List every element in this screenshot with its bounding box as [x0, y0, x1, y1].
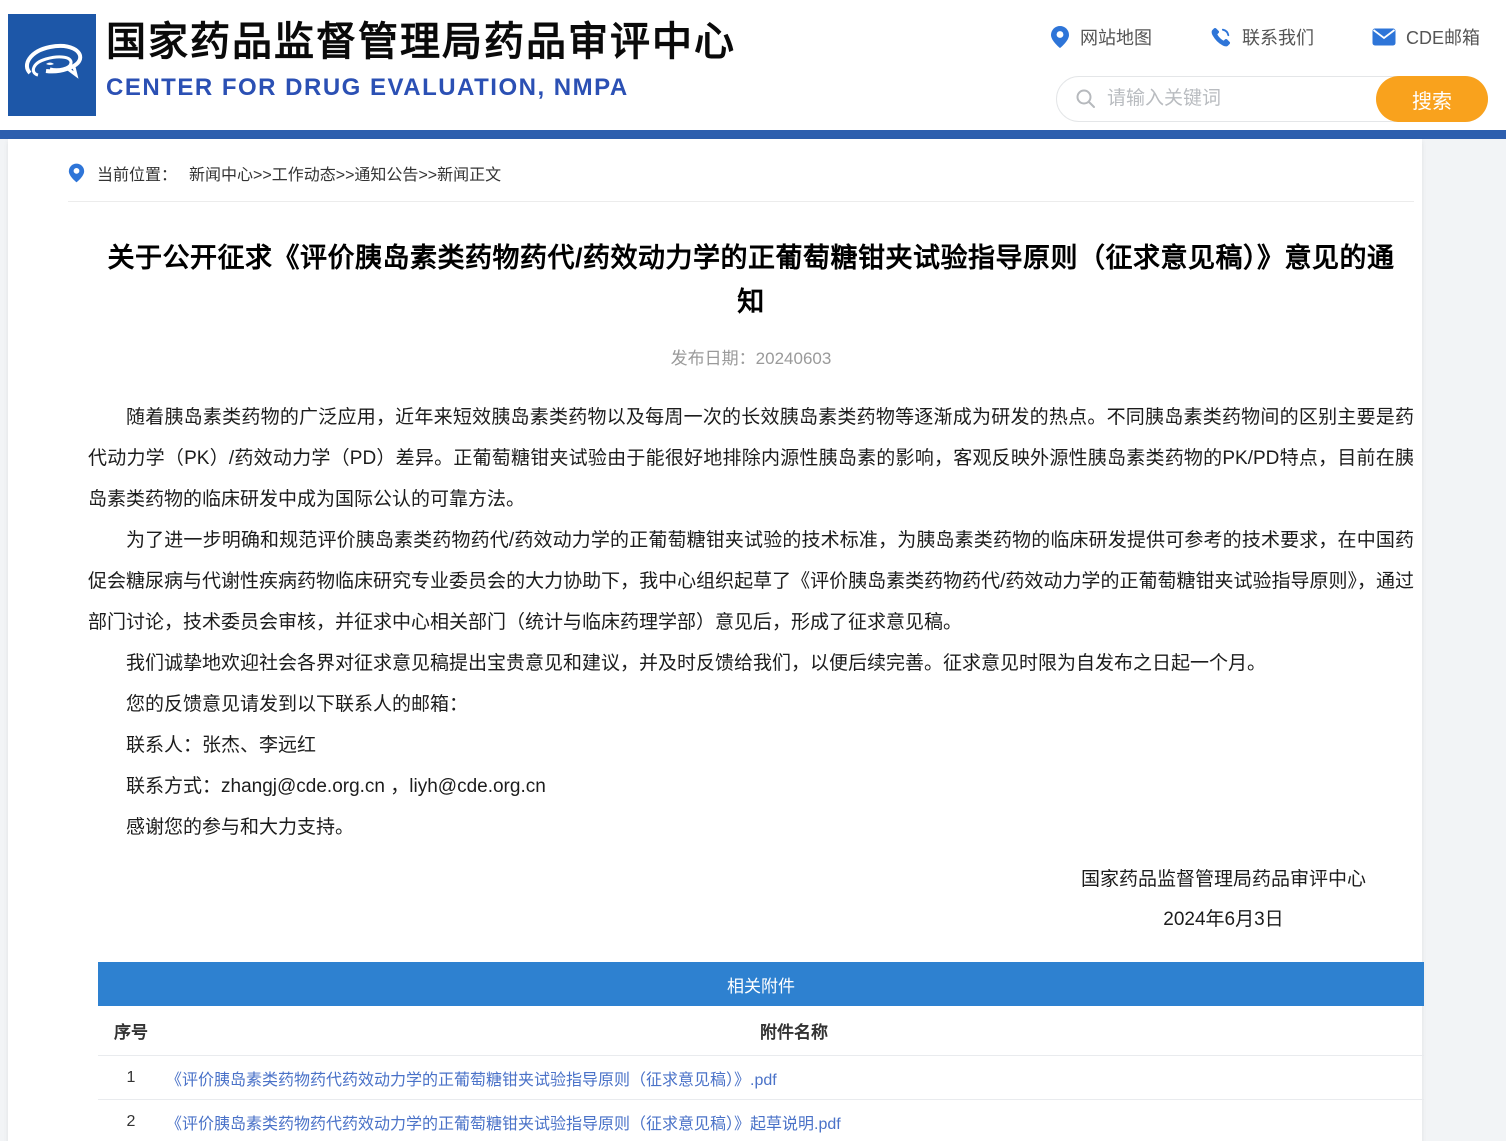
article-page: 当前位置： 新闻中心>>工作动态>>通知公告>>新闻正文 关于公开征求《评价胰岛…	[8, 139, 1424, 1141]
article-title: 关于公开征求《评价胰岛素类药物药代/药效动力学的正葡萄糖钳夹试验指导原则（征求意…	[107, 243, 1395, 317]
column-header-name: 附件名称	[760, 1023, 828, 1042]
utility-links: 网站地图 联系我们 CDE邮箱	[1050, 24, 1480, 50]
phone-icon	[1211, 27, 1231, 47]
paragraph-1: 随着胰岛素类药物的广泛应用，近年来短效胰岛素类药物以及每周一次的长效胰岛素类药物…	[88, 407, 1414, 510]
table-row: 1 《评价胰岛素类药物药代药效动力学的正葡萄糖钳夹试验指导原则（征求意见稿）》.…	[98, 1056, 1424, 1100]
header-divider-stripe	[0, 130, 1506, 139]
search-icon	[1076, 89, 1095, 108]
search-area: 搜索	[1056, 76, 1488, 122]
site-brand: 国家药品监督管理局药品审评中心 CENTER FOR DRUG EVALUATI…	[106, 18, 736, 102]
cde-logo-icon	[24, 44, 83, 79]
sitemap-label: 网站地图	[1079, 28, 1152, 48]
breadcrumb-separator: >>	[253, 167, 272, 184]
contact-us-label: 联系我们	[1241, 28, 1314, 48]
envelope-icon	[1372, 28, 1396, 46]
breadcrumb-item-article[interactable]: 新闻正文	[437, 167, 501, 184]
contact-us-link[interactable]: 联系我们	[1210, 24, 1314, 50]
contact-person-line: 联系人：张杰、李远红	[126, 735, 317, 756]
attachments-table: 相关附件 序号 附件名称 1 《评价胰岛素类药物药代药效动力学的正葡萄糖钳夹试验…	[98, 962, 1424, 1141]
signature-org: 国家药品监督管理局药品审评中心	[1080, 869, 1366, 890]
breadcrumb-separator: >>	[335, 167, 355, 184]
site-title-cn: 国家药品监督管理局药品审评中心	[106, 20, 736, 64]
signature-date: 2024年6月3日	[1163, 909, 1284, 930]
cde-mail-link[interactable]: CDE邮箱	[1372, 24, 1480, 50]
cde-logo	[8, 14, 96, 116]
breadcrumb-pin-icon	[68, 163, 85, 183]
table-row: 2 《评价胰岛素类药物药代药效动力学的正葡萄糖钳夹试验指导原则（征求意见稿）》起…	[98, 1100, 1424, 1141]
contact-email-line: 联系方式：zhangj@cde.org.cn ，liyh@cde.org.cn	[126, 776, 546, 797]
attachments-header-row: 序号 附件名称	[98, 1006, 1424, 1056]
signature-block: 国家药品监督管理局药品审评中心 2024年6月3日	[1081, 860, 1366, 940]
attachment-link-guideline-pdf[interactable]: 《评价胰岛素类药物药代药效动力学的正葡萄糖钳夹试验指导原则（征求意见稿）》.pd…	[166, 1072, 777, 1089]
attachment-row-no: 2	[126, 1112, 136, 1130]
attachment-link-drafting-note-pdf[interactable]: 《评价胰岛素类药物药代药效动力学的正葡萄糖钳夹试验指导原则（征求意见稿）》起草说…	[166, 1116, 841, 1133]
column-header-no: 序号	[114, 1023, 148, 1042]
breadcrumb-separator: >>	[418, 167, 438, 184]
attachment-row-no: 1	[126, 1068, 136, 1086]
paragraph-4: 您的反馈意见请发到以下联系人的邮箱：	[126, 694, 469, 715]
paragraph-3: 我们诚挚地欢迎社会各界对征求意见稿提出宝贵意见和建议，并及时反馈给我们，以便后续…	[126, 653, 1267, 674]
search-button[interactable]: 搜索	[1376, 76, 1488, 122]
breadcrumb-item-work-trends[interactable]: 工作动态	[272, 167, 336, 184]
article-body: 随着胰岛素类药物的广泛应用，近年来短效胰岛素类药物以及每周一次的长效胰岛素类药物…	[88, 397, 1414, 848]
breadcrumb-label: 当前位置：	[97, 167, 178, 184]
attachments-title-bar: 相关附件	[98, 962, 1424, 1006]
cde-mail-label: CDE邮箱	[1405, 28, 1480, 48]
site-title-en: CENTER FOR DRUG EVALUATION, NMPA	[106, 74, 629, 101]
search-input[interactable]	[1107, 88, 1347, 110]
location-pin-icon	[1050, 26, 1069, 48]
breadcrumb-divider	[68, 201, 1414, 202]
breadcrumb-item-notices[interactable]: 通知公告	[354, 167, 418, 184]
thanks-line: 感谢您的参与和大力支持。	[126, 817, 355, 838]
sitemap-link[interactable]: 网站地图	[1050, 24, 1152, 50]
site-header: 国家药品监督管理局药品审评中心 CENTER FOR DRUG EVALUATI…	[0, 0, 1506, 130]
breadcrumb: 当前位置： 新闻中心>>工作动态>>通知公告>>新闻正文	[68, 139, 1414, 199]
breadcrumb-item-news-center[interactable]: 新闻中心	[189, 167, 253, 184]
publish-date: 发布日期：20240603	[670, 349, 832, 368]
paragraph-2: 为了进一步明确和规范评价胰岛素类药物药代/药效动力学的正葡萄糖钳夹试验的技术标准…	[88, 530, 1414, 633]
